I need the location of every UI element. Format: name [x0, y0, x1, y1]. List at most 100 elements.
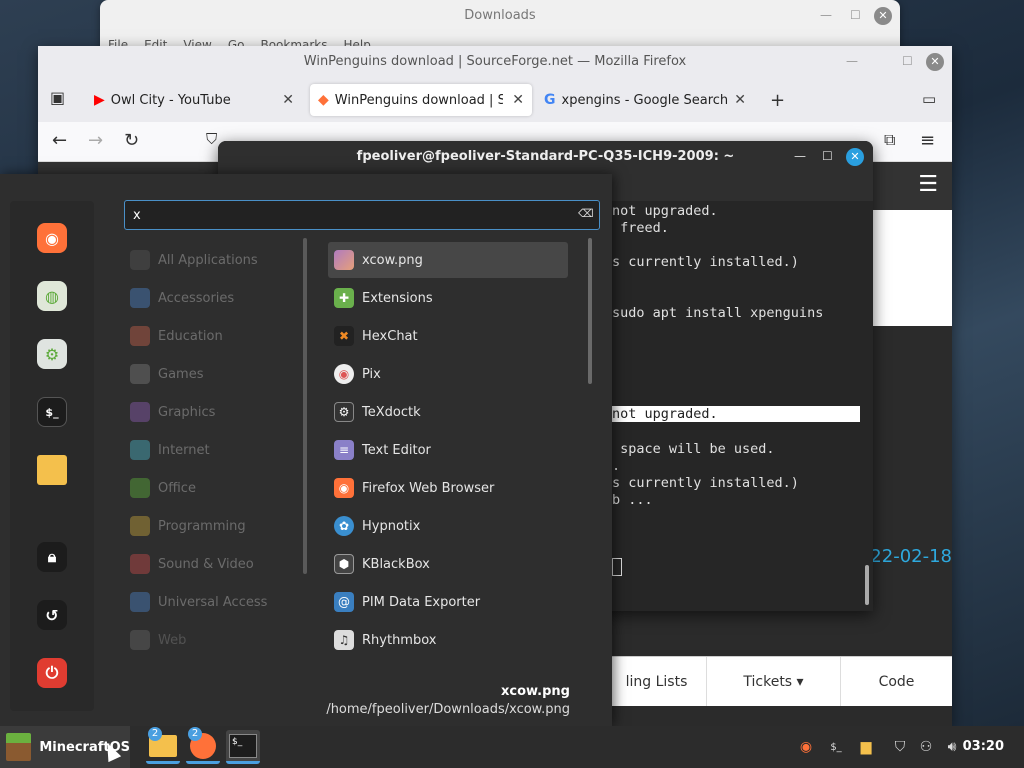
- terminal-line-highlighted: not upgraded.: [612, 406, 860, 422]
- close-tab-icon[interactable]: ✕: [512, 92, 524, 108]
- subnav-mailing-lists[interactable]: ling Lists: [606, 657, 706, 706]
- categories-scrollbar[interactable]: [303, 238, 307, 574]
- kblackbox-icon: ⬢: [334, 554, 354, 574]
- app-label: Pix: [362, 366, 381, 382]
- app-item-extensions[interactable]: ✚ Extensions: [328, 280, 568, 316]
- terminal-icon[interactable]: $_: [37, 397, 67, 427]
- search-input[interactable]: [124, 200, 600, 230]
- forward-icon[interactable]: →: [88, 130, 103, 151]
- app-label: Text Editor: [362, 442, 431, 458]
- taskbar: MinecraftOS 2 2 $_ ◉ $_ ▆ ⛉ ⚇ 🔊︎ 03:20: [0, 726, 1024, 768]
- network-icon[interactable]: ⚇: [916, 738, 936, 756]
- folder-icon[interactable]: [37, 455, 67, 485]
- firefox-icon[interactable]: ◉: [37, 223, 67, 253]
- terminal-line: not upgraded.: [612, 203, 718, 219]
- hexchat-icon: ✖: [334, 326, 354, 346]
- app-item-xcow[interactable]: xcow.png: [328, 242, 568, 278]
- category-graphics[interactable]: Graphics: [130, 400, 215, 424]
- selected-app-path: /home/fpeoliver/Downloads/xcow.png: [326, 702, 570, 717]
- logout-icon[interactable]: ↺: [37, 600, 67, 630]
- shield-icon[interactable]: ⛉: [206, 130, 217, 148]
- app-item-text-editor[interactable]: ≡ Text Editor: [328, 432, 568, 468]
- category-accessories[interactable]: Accessories: [130, 286, 234, 310]
- category-education[interactable]: Education: [130, 324, 223, 348]
- tab-label: Owl City - YouTube: [110, 92, 231, 108]
- tab-owl-city[interactable]: ▶ Owl City - YouTube ✕: [86, 84, 302, 116]
- terminal-line: s currently installed.): [612, 254, 799, 270]
- maximize-icon[interactable]: ☐: [822, 149, 833, 163]
- terminal-line: freed.: [612, 220, 669, 236]
- tab-label: xpengins - Google Search: [561, 92, 729, 108]
- apps-scrollbar[interactable]: [588, 238, 592, 384]
- app-menu-icon[interactable]: ≡: [920, 130, 935, 151]
- app-item-hypnotix[interactable]: ✿ Hypnotix: [328, 508, 568, 544]
- maximize-icon[interactable]: ☐: [902, 54, 913, 68]
- terminal-scrollbar[interactable]: [865, 565, 869, 605]
- lock-icon[interactable]: 🔒︎: [37, 542, 67, 572]
- tab-google[interactable]: G xpengins - Google Search ✕: [536, 84, 754, 116]
- close-tab-icon[interactable]: ✕: [282, 92, 294, 108]
- new-tab-button[interactable]: +: [770, 90, 785, 111]
- application-menu: ◉ ◍ ⚙ $_ 🔒︎ ↺ ⏻ ⌫ All Applications Acces…: [0, 174, 612, 726]
- subnav-code[interactable]: Code: [840, 657, 952, 706]
- accessories-icon: [130, 288, 150, 308]
- category-sound-video[interactable]: Sound & Video: [130, 552, 254, 576]
- category-label: Programming: [158, 518, 246, 534]
- google-icon: G: [544, 92, 556, 108]
- close-icon[interactable]: ✕: [874, 7, 892, 25]
- software-manager-icon[interactable]: ◍: [37, 281, 67, 311]
- clock[interactable]: 03:20: [963, 739, 1004, 754]
- category-all-applications[interactable]: All Applications: [130, 248, 258, 272]
- category-programming[interactable]: Programming: [130, 514, 246, 538]
- selected-app-title: xcow.png: [500, 684, 570, 699]
- category-label: Games: [158, 366, 204, 382]
- category-games[interactable]: Games: [130, 362, 203, 386]
- volume-icon[interactable]: 🔊︎: [942, 738, 962, 756]
- terminal-title: fpeoliver@fpeoliver-Standard-PC-Q35-ICH9…: [356, 149, 735, 164]
- tab-winpenguins[interactable]: ◆ WinPenguins download | So ✕: [310, 84, 532, 116]
- settings-icon[interactable]: ⚙: [37, 339, 67, 369]
- minimize-icon[interactable]: —: [820, 8, 832, 22]
- youtube-icon: ▶: [94, 92, 105, 108]
- minimize-icon[interactable]: —: [846, 54, 858, 68]
- app-item-pim-data-exporter[interactable]: @ PIM Data Exporter: [328, 584, 568, 620]
- close-icon[interactable]: ✕: [926, 53, 944, 71]
- category-label: All Applications: [158, 252, 258, 268]
- category-web[interactable]: Web: [130, 628, 186, 652]
- category-universal-access[interactable]: Universal Access: [130, 590, 267, 614]
- tab-overview-icon[interactable]: ▣: [50, 88, 65, 107]
- reload-icon[interactable]: ↻: [124, 130, 139, 151]
- back-icon[interactable]: ←: [52, 130, 67, 151]
- firefox-tray-icon[interactable]: ◉: [796, 738, 816, 756]
- terminal-tray-icon[interactable]: $_: [826, 738, 846, 756]
- close-tab-icon[interactable]: ✕: [734, 92, 746, 108]
- clear-search-icon[interactable]: ⌫: [578, 207, 594, 221]
- sourceforge-icon: ◆: [318, 92, 329, 108]
- app-item-pix[interactable]: ◉ Pix: [328, 356, 568, 392]
- terminal-line: sudo apt install xpenguins: [612, 305, 824, 321]
- minimize-icon[interactable]: —: [794, 149, 806, 163]
- hamburger-menu-icon[interactable]: ☰: [918, 172, 938, 197]
- extensions-icon[interactable]: ⧉: [884, 130, 895, 150]
- app-item-texdoctk[interactable]: ⚙ TeXdoctk: [328, 394, 568, 430]
- close-icon[interactable]: ✕: [846, 148, 864, 166]
- grid-icon: [130, 250, 150, 270]
- app-item-kblackbox[interactable]: ⬢ KBlackBox: [328, 546, 568, 582]
- terminal-line: space will be used.: [612, 441, 775, 457]
- tab-list-icon[interactable]: ▭: [922, 90, 936, 108]
- maximize-icon[interactable]: ☐: [850, 8, 861, 22]
- subnav-tickets[interactable]: Tickets ▾: [706, 657, 840, 706]
- category-internet[interactable]: Internet: [130, 438, 210, 462]
- app-item-firefox[interactable]: ◉ Firefox Web Browser: [328, 470, 568, 506]
- terminal-line: .: [612, 458, 621, 474]
- app-item-hexchat[interactable]: ✖ HexChat: [328, 318, 568, 354]
- power-icon[interactable]: ⏻: [37, 658, 67, 688]
- category-label: Education: [158, 328, 223, 344]
- shield-icon[interactable]: ⛉: [890, 738, 910, 756]
- folder-tray-icon[interactable]: ▆: [856, 738, 876, 756]
- category-office[interactable]: Office: [130, 476, 196, 500]
- taskbar-terminal[interactable]: $_: [226, 730, 260, 764]
- app-item-rhythmbox[interactable]: ♫ Rhythmbox: [328, 622, 568, 658]
- category-label: Web: [158, 632, 187, 648]
- text-editor-icon: ≡: [334, 440, 354, 460]
